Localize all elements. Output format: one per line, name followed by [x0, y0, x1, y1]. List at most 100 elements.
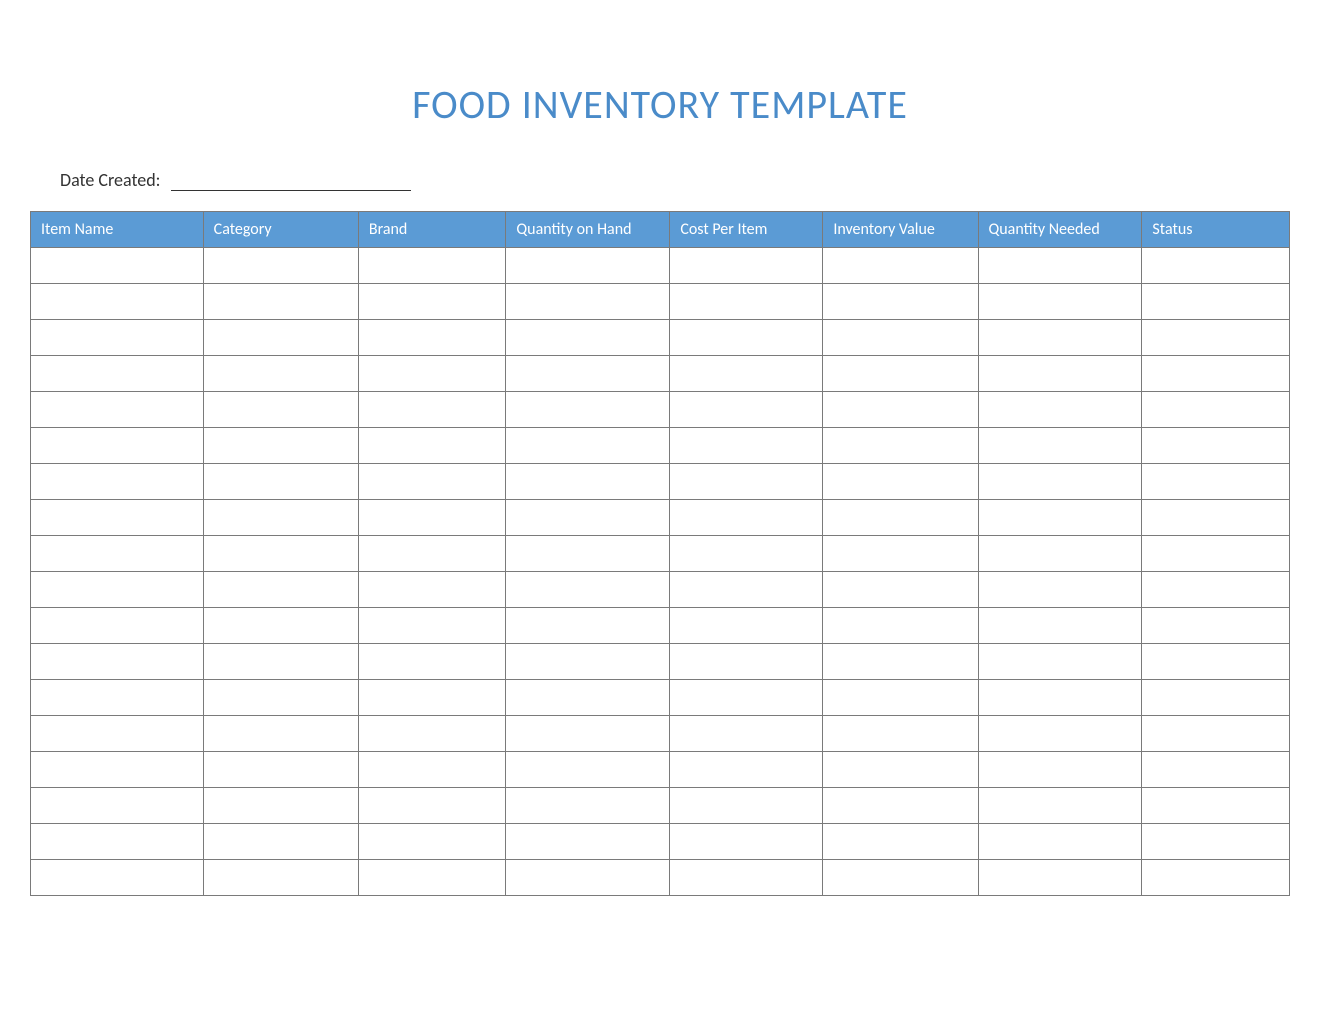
cell-item-name[interactable]	[31, 536, 204, 572]
cell-category[interactable]	[203, 824, 358, 860]
cell-category[interactable]	[203, 320, 358, 356]
cell-quantity-needed[interactable]	[978, 500, 1142, 536]
cell-item-name[interactable]	[31, 860, 204, 896]
cell-quantity-on-hand[interactable]	[506, 356, 670, 392]
cell-cost-per-item[interactable]	[670, 608, 823, 644]
cell-cost-per-item[interactable]	[670, 716, 823, 752]
cell-item-name[interactable]	[31, 284, 204, 320]
cell-item-name[interactable]	[31, 572, 204, 608]
cell-item-name[interactable]	[31, 428, 204, 464]
cell-item-name[interactable]	[31, 320, 204, 356]
cell-quantity-needed[interactable]	[978, 392, 1142, 428]
cell-brand[interactable]	[358, 572, 506, 608]
cell-brand[interactable]	[358, 392, 506, 428]
cell-cost-per-item[interactable]	[670, 392, 823, 428]
cell-inventory-value[interactable]	[823, 572, 978, 608]
cell-item-name[interactable]	[31, 500, 204, 536]
cell-quantity-on-hand[interactable]	[506, 788, 670, 824]
cell-quantity-on-hand[interactable]	[506, 680, 670, 716]
cell-status[interactable]	[1142, 716, 1290, 752]
cell-brand[interactable]	[358, 788, 506, 824]
cell-category[interactable]	[203, 248, 358, 284]
cell-quantity-needed[interactable]	[978, 788, 1142, 824]
cell-quantity-on-hand[interactable]	[506, 752, 670, 788]
cell-cost-per-item[interactable]	[670, 680, 823, 716]
cell-quantity-needed[interactable]	[978, 464, 1142, 500]
cell-inventory-value[interactable]	[823, 752, 978, 788]
cell-inventory-value[interactable]	[823, 320, 978, 356]
cell-inventory-value[interactable]	[823, 500, 978, 536]
cell-category[interactable]	[203, 392, 358, 428]
cell-item-name[interactable]	[31, 680, 204, 716]
cell-quantity-on-hand[interactable]	[506, 860, 670, 896]
cell-item-name[interactable]	[31, 644, 204, 680]
cell-status[interactable]	[1142, 356, 1290, 392]
cell-inventory-value[interactable]	[823, 536, 978, 572]
cell-quantity-on-hand[interactable]	[506, 572, 670, 608]
cell-brand[interactable]	[358, 428, 506, 464]
cell-item-name[interactable]	[31, 392, 204, 428]
cell-inventory-value[interactable]	[823, 356, 978, 392]
cell-cost-per-item[interactable]	[670, 248, 823, 284]
cell-status[interactable]	[1142, 824, 1290, 860]
cell-cost-per-item[interactable]	[670, 536, 823, 572]
cell-status[interactable]	[1142, 680, 1290, 716]
cell-quantity-needed[interactable]	[978, 644, 1142, 680]
cell-status[interactable]	[1142, 788, 1290, 824]
cell-category[interactable]	[203, 428, 358, 464]
cell-category[interactable]	[203, 464, 358, 500]
cell-inventory-value[interactable]	[823, 464, 978, 500]
cell-brand[interactable]	[358, 680, 506, 716]
cell-status[interactable]	[1142, 644, 1290, 680]
cell-inventory-value[interactable]	[823, 824, 978, 860]
cell-category[interactable]	[203, 860, 358, 896]
cell-status[interactable]	[1142, 500, 1290, 536]
cell-status[interactable]	[1142, 320, 1290, 356]
cell-inventory-value[interactable]	[823, 608, 978, 644]
cell-cost-per-item[interactable]	[670, 284, 823, 320]
cell-cost-per-item[interactable]	[670, 824, 823, 860]
cell-cost-per-item[interactable]	[670, 428, 823, 464]
cell-status[interactable]	[1142, 536, 1290, 572]
cell-category[interactable]	[203, 752, 358, 788]
cell-category[interactable]	[203, 536, 358, 572]
cell-item-name[interactable]	[31, 248, 204, 284]
cell-brand[interactable]	[358, 356, 506, 392]
cell-cost-per-item[interactable]	[670, 860, 823, 896]
cell-inventory-value[interactable]	[823, 392, 978, 428]
cell-category[interactable]	[203, 500, 358, 536]
cell-inventory-value[interactable]	[823, 248, 978, 284]
cell-category[interactable]	[203, 608, 358, 644]
cell-inventory-value[interactable]	[823, 644, 978, 680]
cell-inventory-value[interactable]	[823, 680, 978, 716]
cell-inventory-value[interactable]	[823, 284, 978, 320]
cell-cost-per-item[interactable]	[670, 464, 823, 500]
cell-inventory-value[interactable]	[823, 860, 978, 896]
cell-category[interactable]	[203, 716, 358, 752]
cell-quantity-on-hand[interactable]	[506, 608, 670, 644]
cell-category[interactable]	[203, 356, 358, 392]
cell-quantity-on-hand[interactable]	[506, 392, 670, 428]
cell-brand[interactable]	[358, 716, 506, 752]
cell-cost-per-item[interactable]	[670, 644, 823, 680]
cell-quantity-on-hand[interactable]	[506, 320, 670, 356]
cell-cost-per-item[interactable]	[670, 356, 823, 392]
cell-brand[interactable]	[358, 860, 506, 896]
cell-brand[interactable]	[358, 320, 506, 356]
cell-cost-per-item[interactable]	[670, 500, 823, 536]
cell-quantity-needed[interactable]	[978, 248, 1142, 284]
cell-status[interactable]	[1142, 572, 1290, 608]
cell-item-name[interactable]	[31, 464, 204, 500]
cell-inventory-value[interactable]	[823, 428, 978, 464]
cell-brand[interactable]	[358, 752, 506, 788]
cell-brand[interactable]	[358, 500, 506, 536]
cell-item-name[interactable]	[31, 608, 204, 644]
cell-cost-per-item[interactable]	[670, 752, 823, 788]
cell-status[interactable]	[1142, 392, 1290, 428]
cell-brand[interactable]	[358, 284, 506, 320]
cell-quantity-needed[interactable]	[978, 536, 1142, 572]
cell-quantity-needed[interactable]	[978, 284, 1142, 320]
cell-status[interactable]	[1142, 608, 1290, 644]
cell-quantity-needed[interactable]	[978, 752, 1142, 788]
cell-item-name[interactable]	[31, 356, 204, 392]
